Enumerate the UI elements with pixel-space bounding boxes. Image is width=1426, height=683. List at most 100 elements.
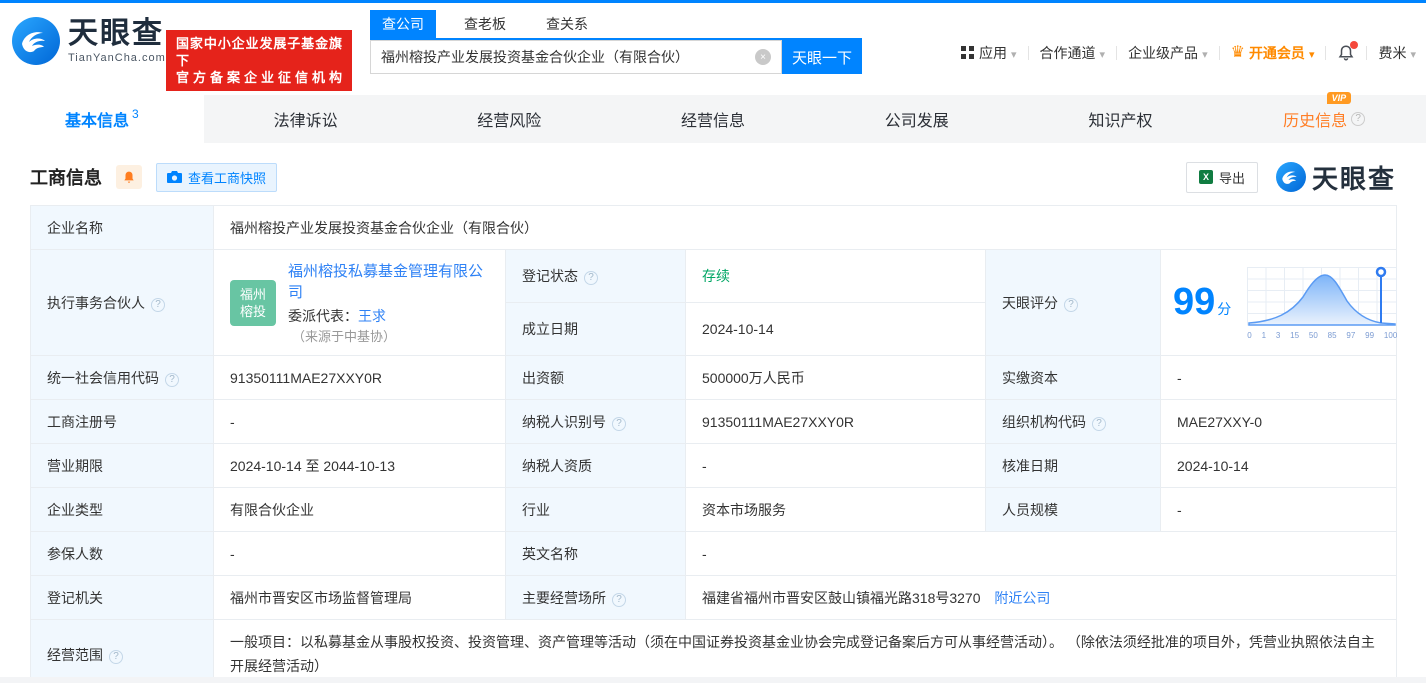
field-value-taxpayer-id: 91350111MAE27XXY0R bbox=[686, 400, 986, 444]
search-row: 天眼一下 bbox=[370, 40, 862, 74]
value-text: - bbox=[1177, 370, 1182, 386]
monitor-bell-button[interactable] bbox=[116, 165, 142, 189]
search-tab-company[interactable]: 查公司 bbox=[370, 10, 436, 38]
field-label-approval-date: 核准日期 bbox=[986, 444, 1161, 488]
tab-operation-info[interactable]: 经营信息 bbox=[611, 95, 815, 143]
chevron-down-icon bbox=[1309, 45, 1315, 61]
label-text: 登记机关 bbox=[47, 590, 103, 606]
logo-title: 天眼查 bbox=[68, 18, 166, 50]
tab-basic-info[interactable]: 基本信息 3 bbox=[0, 95, 204, 143]
help-icon[interactable] bbox=[109, 650, 123, 664]
search-button[interactable]: 天眼一下 bbox=[782, 40, 862, 74]
nav-notifications[interactable] bbox=[1337, 44, 1355, 62]
field-value-business-scope: 一般项目：以私募基金从事股权投资、投资管理、资产管理等活动（须在中国证券投资基金… bbox=[214, 620, 1397, 683]
nav-apps[interactable]: 应用 bbox=[960, 43, 1017, 63]
value-text: - bbox=[230, 414, 235, 430]
value-text: - bbox=[230, 546, 235, 562]
help-icon[interactable] bbox=[151, 298, 165, 312]
field-label-reg-status: 登记状态 bbox=[506, 250, 686, 303]
field-value-tyc-score: 99分 bbox=[1161, 250, 1397, 356]
view-snapshot-button[interactable]: 查看工商快照 bbox=[156, 163, 277, 192]
field-value-est-date: 2024-10-14 bbox=[686, 303, 986, 356]
label-text: 成立日期 bbox=[522, 321, 578, 337]
top-navigation: 应用 合作通道 企业级产品 开通会员 bbox=[960, 43, 1416, 63]
tab-label: 法律诉讼 bbox=[274, 107, 338, 131]
field-value-insured-count: - bbox=[214, 532, 506, 576]
excel-icon bbox=[1199, 170, 1213, 184]
value-text: - bbox=[702, 458, 707, 474]
help-icon[interactable] bbox=[612, 593, 626, 607]
field-value-org-code: MAE27XXY-0 bbox=[1161, 400, 1397, 444]
value-text: 2024-10-14 bbox=[1177, 458, 1249, 474]
label-text: 纳税人识别号 bbox=[522, 414, 606, 430]
label-text: 企业名称 bbox=[47, 220, 103, 236]
field-value-reg-status: 存续 bbox=[686, 250, 986, 303]
score-marker bbox=[1377, 268, 1385, 276]
chevron-down-icon bbox=[1100, 45, 1106, 61]
label-text: 统一社会信用代码 bbox=[47, 370, 159, 386]
footer-strip bbox=[0, 677, 1426, 683]
score-value: 99 bbox=[1173, 281, 1215, 323]
label-text: 主要经营场所 bbox=[522, 590, 606, 606]
field-label-insured-count: 参保人数 bbox=[31, 532, 214, 576]
business-info-table: 企业名称 福州榕投产业发展投资基金合伙企业（有限合伙） 执行事务合伙人 福州 榕… bbox=[30, 205, 1397, 683]
search-tab-boss[interactable]: 查老板 bbox=[452, 10, 518, 38]
nearby-companies-link[interactable]: 附近公司 bbox=[994, 590, 1050, 606]
nav-enterprise-products[interactable]: 企业级产品 bbox=[1128, 43, 1208, 63]
divider bbox=[1219, 46, 1220, 60]
help-icon[interactable] bbox=[165, 373, 179, 387]
clear-icon[interactable] bbox=[755, 49, 771, 65]
tab-intellectual-property[interactable]: 知识产权 bbox=[1019, 95, 1223, 143]
partner-company-avatar[interactable]: 福州 榕投 bbox=[230, 280, 276, 326]
value-text: 500000万人民币 bbox=[702, 370, 805, 386]
field-value-english-name: - bbox=[686, 532, 1397, 576]
export-button[interactable]: 导出 bbox=[1186, 162, 1258, 193]
tianyancha-watermark: 天眼查 bbox=[1276, 159, 1396, 196]
score-number: 99分 bbox=[1173, 281, 1231, 324]
value-text: 福州榕投产业发展投资基金合伙企业（有限合伙） bbox=[230, 220, 538, 236]
crown-icon bbox=[1231, 46, 1245, 60]
search-tab-relation[interactable]: 查关系 bbox=[534, 10, 600, 38]
camera-icon bbox=[167, 171, 182, 184]
nav-partnership[interactable]: 合作通道 bbox=[1040, 43, 1106, 63]
field-value-reg-number: - bbox=[214, 400, 506, 444]
label-text: 执行事务合伙人 bbox=[47, 295, 145, 311]
tab-legal-litigation[interactable]: 法律诉讼 bbox=[204, 95, 408, 143]
help-icon[interactable] bbox=[612, 417, 626, 431]
nav-open-membership[interactable]: 开通会员 bbox=[1231, 43, 1315, 63]
value-text: 资本市场服务 bbox=[702, 502, 786, 518]
label-text: 核准日期 bbox=[1002, 458, 1058, 474]
nav-user[interactable]: 费米 bbox=[1378, 43, 1416, 63]
field-label-company-type: 企业类型 bbox=[31, 488, 214, 532]
chevron-down-icon bbox=[1410, 45, 1416, 61]
help-icon[interactable] bbox=[1351, 112, 1365, 126]
chevron-down-icon bbox=[1011, 45, 1017, 61]
field-label-taxpayer-qual: 纳税人资质 bbox=[506, 444, 686, 488]
tab-label: 公司发展 bbox=[885, 107, 949, 131]
label-text: 出资额 bbox=[522, 370, 564, 386]
value-text: 2024-10-14 至 2044-10-13 bbox=[230, 458, 395, 474]
help-icon[interactable] bbox=[1064, 298, 1078, 312]
field-label-tyc-score: 天眼评分 bbox=[986, 250, 1161, 356]
score-distribution-chart: 01 315 5085 9799 100 bbox=[1247, 265, 1397, 340]
tianyancha-logo[interactable]: 天眼查 TianYanCha.com bbox=[12, 17, 166, 65]
business-scope-text: 一般项目：以私募基金从事股权投资、投资管理、资产管理等活动（须在中国证券投资基金… bbox=[230, 631, 1380, 679]
field-label-paid-capital: 实缴资本 bbox=[986, 356, 1161, 400]
nav-partnership-label: 合作通道 bbox=[1040, 43, 1096, 63]
search-box bbox=[370, 40, 782, 74]
nav-apps-label: 应用 bbox=[979, 43, 1007, 63]
tab-history-info[interactable]: VIP 历史信息 bbox=[1222, 95, 1426, 143]
help-icon[interactable] bbox=[1092, 417, 1106, 431]
partner-company-link[interactable]: 福州榕投私募基金管理有限公司 bbox=[288, 263, 483, 301]
tab-history-label: 历史信息 bbox=[1283, 107, 1347, 131]
bell-icon bbox=[122, 170, 136, 185]
section-header-right: 导出 天眼查 bbox=[1186, 159, 1396, 196]
tab-company-development[interactable]: 公司发展 bbox=[815, 95, 1019, 143]
rep-name-link[interactable]: 王求 bbox=[358, 308, 386, 324]
field-label-uscc: 统一社会信用代码 bbox=[31, 356, 214, 400]
tab-operation-risk[interactable]: 经营风险 bbox=[407, 95, 611, 143]
value-text: 91350111MAE27XXY0R bbox=[230, 370, 382, 386]
field-label-address: 主要经营场所 bbox=[506, 576, 686, 620]
help-icon[interactable] bbox=[584, 271, 598, 285]
search-input[interactable] bbox=[381, 49, 755, 65]
